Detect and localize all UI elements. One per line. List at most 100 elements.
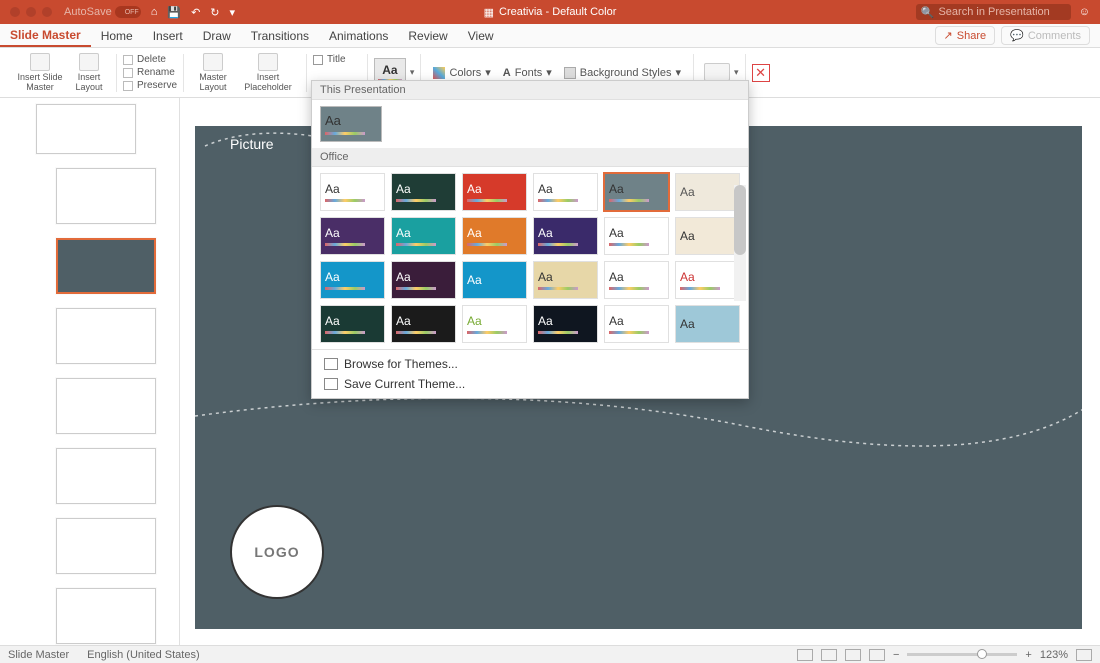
colors-dropdown[interactable]: Colors▾ bbox=[427, 66, 496, 79]
themes-section-header: Office bbox=[312, 148, 748, 167]
chevron-down-icon: ▾ bbox=[485, 66, 491, 79]
zoom-out-button[interactable]: − bbox=[893, 649, 899, 661]
themes-scrollbar[interactable] bbox=[734, 185, 746, 301]
theme-swatch[interactable]: Aa bbox=[533, 217, 598, 255]
logo-placeholder[interactable]: LOGO bbox=[230, 505, 324, 599]
status-bar: Slide Master English (United States) − +… bbox=[0, 645, 1100, 663]
save-icon[interactable]: 💾 bbox=[167, 6, 181, 19]
theme-swatch[interactable]: Aa bbox=[675, 305, 740, 343]
reading-view-button[interactable] bbox=[845, 649, 861, 661]
theme-swatch[interactable]: Aa bbox=[533, 305, 598, 343]
themes-gallery-popup: This Presentation Aa Office AaAaAaAaAaAa… bbox=[311, 80, 749, 399]
share-button[interactable]: ↗Share bbox=[935, 26, 996, 45]
normal-view-button[interactable] bbox=[797, 649, 813, 661]
preserve-button[interactable]: Preserve bbox=[123, 80, 177, 92]
rename-button[interactable]: Rename bbox=[123, 67, 177, 79]
theme-swatch[interactable]: Aa bbox=[391, 173, 456, 211]
autosave-label: AutoSave bbox=[64, 6, 112, 18]
tab-insert[interactable]: Insert bbox=[143, 24, 193, 47]
status-language[interactable]: English (United States) bbox=[87, 649, 200, 661]
master-layout-button[interactable]: Master Layout bbox=[190, 53, 236, 93]
tab-review[interactable]: Review bbox=[398, 24, 457, 47]
tab-slide-master[interactable]: Slide Master bbox=[0, 24, 91, 47]
window-title: ▦ Creativia - Default Color bbox=[484, 6, 617, 19]
layout-thumbnail[interactable] bbox=[56, 168, 156, 224]
tab-view[interactable]: View bbox=[458, 24, 504, 47]
insert-placeholder-button[interactable]: Insert Placeholder bbox=[236, 53, 300, 93]
theme-swatch[interactable]: Aa bbox=[462, 173, 527, 211]
chevron-down-icon[interactable]: ▾ bbox=[734, 67, 739, 78]
title-bar: AutoSave OFF ⌂ 💾 ↶ ↻ ▾ ▦ Creativia - Def… bbox=[0, 0, 1100, 24]
tab-animations[interactable]: Animations bbox=[319, 24, 398, 47]
comment-icon: 💬 bbox=[1010, 29, 1024, 42]
share-icon: ↗ bbox=[944, 29, 953, 42]
window-controls[interactable] bbox=[10, 7, 52, 17]
theme-swatch[interactable]: Aa bbox=[533, 261, 598, 299]
theme-swatch[interactable]: Aa bbox=[462, 305, 527, 343]
theme-swatch[interactable]: Aa bbox=[675, 261, 740, 299]
folder-icon bbox=[324, 358, 338, 370]
home-icon[interactable]: ⌂ bbox=[151, 6, 158, 19]
theme-swatch[interactable]: Aa bbox=[604, 173, 669, 211]
ribbon-tabs: Slide MasterHomeInsertDrawTransitionsAni… bbox=[0, 24, 1100, 48]
chevron-down-icon[interactable]: ▾ bbox=[410, 67, 415, 78]
layout-thumbnail[interactable] bbox=[56, 588, 156, 644]
theme-swatch[interactable]: Aa bbox=[391, 261, 456, 299]
layout-thumbnail-selected[interactable] bbox=[56, 238, 156, 294]
theme-swatch[interactable]: Aa bbox=[604, 305, 669, 343]
theme-swatch[interactable]: Aa bbox=[675, 173, 740, 211]
theme-swatch[interactable]: Aa bbox=[604, 217, 669, 255]
tab-transitions[interactable]: Transitions bbox=[241, 24, 319, 47]
theme-swatch[interactable]: Aa bbox=[320, 261, 385, 299]
theme-swatch[interactable]: Aa bbox=[320, 173, 385, 211]
theme-swatch[interactable]: Aa bbox=[675, 217, 740, 255]
zoom-slider[interactable] bbox=[907, 653, 1017, 656]
layout-thumbnail[interactable] bbox=[56, 518, 156, 574]
browse-themes-button[interactable]: Browse for Themes... bbox=[312, 354, 748, 374]
account-icon[interactable]: ☺ bbox=[1079, 6, 1090, 18]
search-icon: 🔍 bbox=[921, 6, 935, 19]
theme-swatch[interactable]: Aa bbox=[604, 261, 669, 299]
background-styles-dropdown[interactable]: Background Styles▾ bbox=[558, 66, 687, 79]
quick-access-toolbar: ⌂ 💾 ↶ ↻ ▾ bbox=[151, 6, 235, 19]
themes-section-header: This Presentation bbox=[312, 81, 748, 100]
delete-button[interactable]: Delete bbox=[123, 54, 177, 66]
close-master-button[interactable]: ✕ bbox=[752, 64, 770, 82]
search-input[interactable]: 🔍 Search in Presentation bbox=[916, 4, 1071, 20]
theme-swatch[interactable]: Aa bbox=[320, 217, 385, 255]
theme-swatch[interactable]: Aa bbox=[533, 173, 598, 211]
redo-icon[interactable]: ↻ bbox=[210, 6, 219, 19]
tab-draw[interactable]: Draw bbox=[193, 24, 241, 47]
qat-more-icon[interactable]: ▾ bbox=[230, 6, 236, 19]
theme-swatch[interactable]: Aa bbox=[391, 305, 456, 343]
theme-swatch[interactable]: Aa bbox=[320, 305, 385, 343]
doc-title-text: Creativia - Default Color bbox=[499, 6, 616, 18]
layout-thumbnail[interactable] bbox=[56, 448, 156, 504]
chevron-down-icon: ▾ bbox=[546, 66, 552, 79]
master-thumbnail[interactable] bbox=[36, 104, 136, 154]
picture-placeholder-label[interactable]: Picture bbox=[230, 136, 274, 152]
zoom-in-button[interactable]: + bbox=[1025, 649, 1031, 661]
theme-swatch[interactable]: Aa bbox=[462, 261, 527, 299]
insert-slide-master-button[interactable]: Insert Slide Master bbox=[12, 53, 68, 93]
save-theme-button[interactable]: Save Current Theme... bbox=[312, 374, 748, 394]
layout-thumbnail[interactable] bbox=[56, 308, 156, 364]
theme-swatch-current[interactable]: Aa bbox=[320, 106, 382, 142]
autosave-toggle[interactable]: AutoSave OFF bbox=[64, 6, 141, 18]
tab-home[interactable]: Home bbox=[91, 24, 143, 47]
theme-swatch[interactable]: Aa bbox=[462, 217, 527, 255]
insert-layout-button[interactable]: Insert Layout bbox=[68, 53, 110, 93]
sorter-view-button[interactable] bbox=[821, 649, 837, 661]
status-view[interactable]: Slide Master bbox=[8, 649, 69, 661]
fonts-dropdown[interactable]: AFonts▾ bbox=[497, 66, 558, 79]
comments-button[interactable]: 💬Comments bbox=[1001, 26, 1090, 45]
save-icon bbox=[324, 378, 338, 390]
title-checkbox[interactable]: Title bbox=[313, 54, 361, 66]
fit-to-window-button[interactable] bbox=[1076, 649, 1092, 661]
theme-swatch[interactable]: Aa bbox=[391, 217, 456, 255]
slideshow-view-button[interactable] bbox=[869, 649, 885, 661]
zoom-level[interactable]: 123% bbox=[1040, 649, 1068, 661]
layout-thumbnail[interactable] bbox=[56, 378, 156, 434]
undo-icon[interactable]: ↶ bbox=[191, 6, 200, 19]
slide-thumbnails-panel[interactable] bbox=[0, 98, 180, 645]
